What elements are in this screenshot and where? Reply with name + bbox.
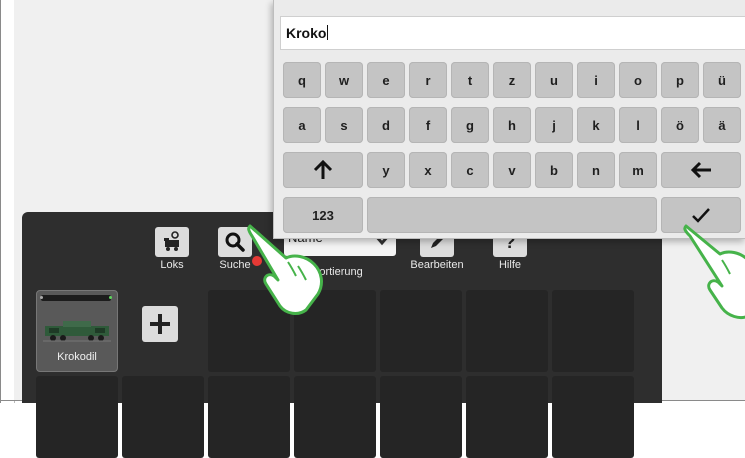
frame-left-line (0, 0, 1, 403)
loco-slot[interactable] (294, 376, 376, 458)
text-caret (327, 25, 329, 40)
hilfe-label: Hilfe (498, 259, 521, 271)
backspace-key[interactable] (661, 152, 741, 188)
key-o[interactable]: o (619, 62, 657, 98)
add-loco-button[interactable] (142, 306, 178, 342)
loks-label: Loks (160, 259, 184, 271)
key-k[interactable]: k (577, 107, 615, 143)
shift-arrow-icon (313, 159, 333, 179)
key-t[interactable]: t (451, 62, 489, 98)
keyboard-popup: Kroko q w e r t z u i o p ü a s d f g h … (273, 0, 745, 239)
key-a[interactable]: a (283, 107, 321, 143)
key-ae[interactable]: ä (703, 107, 741, 143)
plus-icon (150, 314, 170, 334)
key-m[interactable]: m (619, 152, 657, 188)
loco-slot[interactable] (552, 290, 634, 372)
search-input[interactable]: Kroko (280, 16, 745, 50)
loco-slot[interactable] (208, 376, 290, 458)
key-e[interactable]: e (367, 62, 405, 98)
locomotive-icon (155, 227, 189, 257)
loco-slot[interactable] (380, 290, 462, 372)
direction-right-dot (109, 296, 112, 299)
key-s[interactable]: s (325, 107, 363, 143)
key-r[interactable]: r (409, 62, 447, 98)
key-q[interactable]: q (283, 62, 321, 98)
key-d[interactable]: d (367, 107, 405, 143)
loco-card-krokodil[interactable]: Krokodil (36, 290, 118, 372)
key-p[interactable]: p (661, 62, 699, 98)
key-j[interactable]: j (535, 107, 573, 143)
speed-bar (41, 295, 111, 301)
key-y[interactable]: y (367, 152, 405, 188)
key-h[interactable]: h (493, 107, 531, 143)
direction-left-dot (40, 296, 43, 299)
key-l[interactable]: l (619, 107, 657, 143)
bearbeiten-label: Bearbeiten (410, 259, 464, 271)
key-b[interactable]: b (535, 152, 573, 188)
shift-key[interactable] (283, 152, 363, 188)
loco-slot[interactable] (466, 290, 548, 372)
key-i[interactable]: i (577, 62, 615, 98)
tap-hand-search-icon (247, 224, 323, 315)
backspace-arrow-icon (690, 161, 711, 179)
loco-slot[interactable] (36, 376, 118, 458)
loco-slot[interactable] (466, 376, 548, 458)
key-w[interactable]: w (325, 62, 363, 98)
key-oe[interactable]: ö (661, 107, 699, 143)
key-c[interactable]: c (451, 152, 489, 188)
key-f[interactable]: f (409, 107, 447, 143)
tap-hand-confirm-icon (683, 224, 745, 320)
key-v[interactable]: v (493, 152, 531, 188)
key-n[interactable]: n (577, 152, 615, 188)
loco-slot[interactable] (380, 376, 462, 458)
space-key[interactable] (367, 197, 657, 233)
loco-slot[interactable] (122, 376, 204, 458)
loco-slot[interactable] (552, 376, 634, 458)
locomotive-image (43, 321, 111, 342)
key-u[interactable]: u (535, 62, 573, 98)
key-z[interactable]: z (493, 62, 531, 98)
loks-tool[interactable]: Loks (142, 227, 202, 271)
key-g[interactable]: g (451, 107, 489, 143)
key-ue[interactable]: ü (703, 62, 741, 98)
search-input-value: Kroko (286, 25, 327, 41)
loco-panel: Loks Suche Name Sortierung Bearbeiten ? … (22, 212, 662, 458)
loco-name: Krokodil (57, 351, 97, 363)
key-x[interactable]: x (409, 152, 447, 188)
